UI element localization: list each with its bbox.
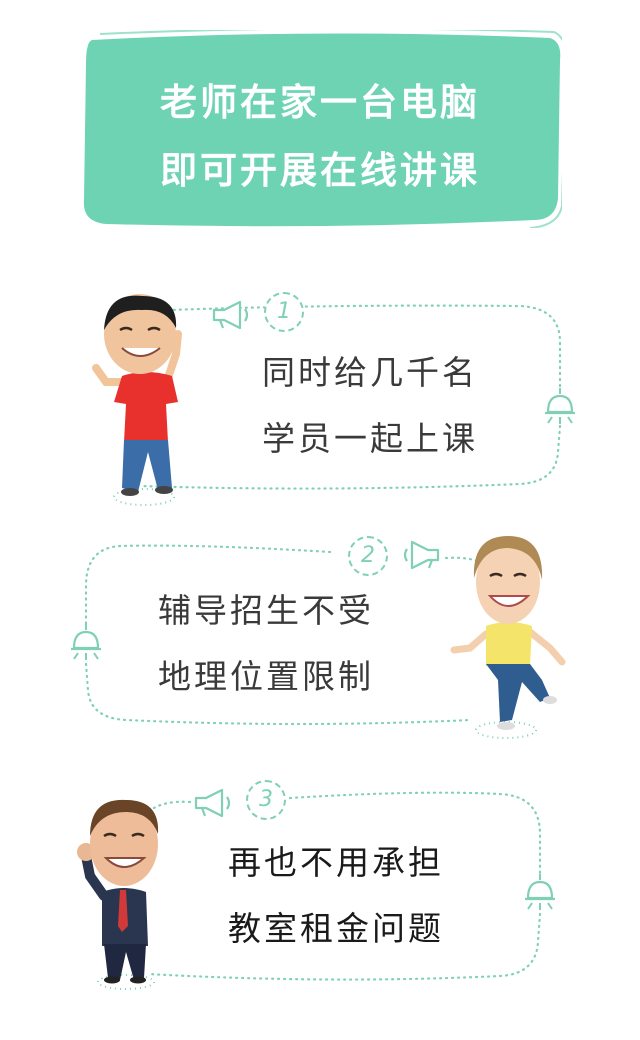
- person-thumbs-up-suit: [77, 799, 159, 990]
- lamp-icon: [68, 624, 104, 668]
- banner-shape: [83, 30, 562, 228]
- megaphone-icon: [398, 540, 442, 574]
- feature-line-1b: 学员一起上课: [262, 419, 478, 458]
- feature-line-3a: 再也不用承担: [228, 843, 444, 882]
- step-number-2: 2: [348, 536, 388, 576]
- lamp-icon: [542, 388, 578, 432]
- feature-text-2: 辅导招生不受 地理位置限制: [158, 578, 374, 710]
- step-number-1: 1: [264, 292, 304, 332]
- banner-title-line-1: 老师在家一台电脑: [160, 81, 480, 124]
- feature-card-2: 2 辅导招生不受 地理位置限制: [0, 530, 640, 760]
- feature-line-1a: 同时给几千名: [262, 353, 478, 392]
- feature-line-2a: 辅导招生不受: [158, 591, 374, 630]
- feature-text-3: 再也不用承担 教室租金问题: [228, 830, 444, 962]
- feature-card-3: 3 再也不用承担 教室租金问题: [0, 778, 640, 1018]
- megaphone-icon: [192, 788, 236, 822]
- step-number-3: 3: [246, 780, 286, 820]
- feature-line-2b: 地理位置限制: [158, 657, 374, 696]
- feature-text-1: 同时给几千名 学员一起上课: [262, 340, 478, 472]
- person-jumping-yellow-shirt: [450, 536, 566, 739]
- megaphone-icon: [210, 300, 254, 334]
- person-cheering-red-shirt: [92, 294, 182, 506]
- feature-line-3b: 教室租金问题: [228, 909, 444, 948]
- banner-title-line-2: 即可开展在线讲课: [160, 149, 480, 192]
- title-banner: 老师在家一台电脑 即可开展在线讲课: [78, 30, 562, 228]
- lamp-icon: [522, 874, 558, 918]
- feature-card-1: 1 同时给几千名 学员一起上课: [0, 282, 640, 512]
